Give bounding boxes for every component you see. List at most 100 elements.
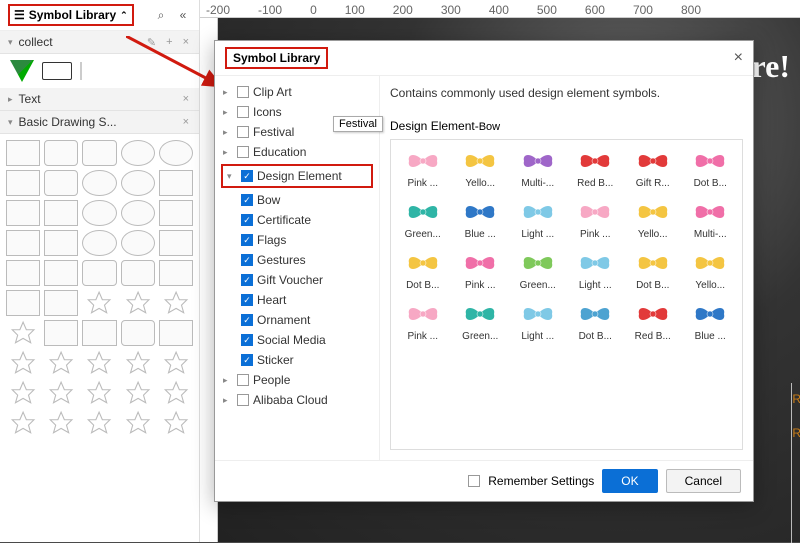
tree-item-people[interactable]: ▸People (215, 370, 379, 390)
symbol-item[interactable]: Gift R... (625, 144, 681, 191)
shape-item[interactable] (121, 230, 155, 256)
shape-item[interactable] (44, 140, 78, 166)
shape-item[interactable] (159, 230, 193, 256)
tree-checkbox[interactable]: ✓ (241, 234, 253, 246)
ok-button[interactable]: OK (602, 469, 657, 493)
shape-item[interactable] (121, 140, 155, 166)
symbol-item[interactable]: Green... (510, 246, 566, 293)
shape-item[interactable] (121, 290, 155, 316)
shape-item[interactable] (44, 170, 78, 196)
tree-item-certificate[interactable]: ✓Certificate (215, 210, 379, 230)
shape-item[interactable] (121, 170, 155, 196)
tree-item-design-element[interactable]: ▾✓Design Element (221, 164, 373, 188)
section-close-icon[interactable]: × (181, 36, 191, 48)
tree-item-gift-voucher[interactable]: ✓Gift Voucher (215, 270, 379, 290)
shape-item[interactable] (82, 320, 116, 346)
expand-icon[interactable]: ▸ (223, 395, 233, 406)
tree-checkbox[interactable] (237, 146, 249, 158)
section-collect[interactable]: ▾ collect ✎ + × (0, 31, 199, 54)
shape-item[interactable] (82, 200, 116, 226)
symbol-item[interactable]: Dot B... (568, 297, 624, 344)
shape-item[interactable] (159, 170, 193, 196)
shape-item[interactable] (6, 140, 40, 166)
shape-item[interactable] (44, 350, 78, 376)
shape-item[interactable] (6, 350, 40, 376)
section-add-icon[interactable]: + (164, 36, 174, 48)
tree-checkbox[interactable]: ✓ (241, 354, 253, 366)
shape-item[interactable] (44, 410, 78, 436)
tree-item-flags[interactable]: ✓Flags (215, 230, 379, 250)
shape-item[interactable] (159, 200, 193, 226)
close-icon[interactable]: × (734, 49, 743, 67)
shape-item[interactable] (6, 380, 40, 406)
tree-item-sticker[interactable]: ✓Sticker (215, 350, 379, 370)
symbol-item[interactable]: Pink ... (568, 195, 624, 242)
symbol-item[interactable]: Green... (453, 297, 509, 344)
symbol-item[interactable]: Light ... (510, 297, 566, 344)
shape-item[interactable] (121, 380, 155, 406)
shape-item[interactable] (82, 410, 116, 436)
shape-item[interactable] (159, 350, 193, 376)
shape-item[interactable] (82, 290, 116, 316)
expand-icon[interactable]: ▸ (223, 375, 233, 386)
section-basic-shapes[interactable]: ▾ Basic Drawing S... × (0, 111, 199, 134)
symbol-item[interactable]: Pink ... (453, 246, 509, 293)
tree-item-bow[interactable]: ✓Bow (215, 190, 379, 210)
section-close-icon[interactable]: × (181, 116, 191, 128)
shape-item[interactable] (6, 200, 40, 226)
collect-item-shield[interactable] (10, 60, 34, 82)
symbol-item[interactable]: Pink ... (395, 144, 451, 191)
symbol-item[interactable]: Dot B... (395, 246, 451, 293)
tree-checkbox[interactable] (237, 86, 249, 98)
shape-item[interactable] (159, 290, 193, 316)
shape-item[interactable] (159, 140, 193, 166)
symbol-item[interactable]: Red B... (568, 144, 624, 191)
tree-checkbox[interactable]: ✓ (241, 294, 253, 306)
shape-item[interactable] (6, 410, 40, 436)
shape-item[interactable] (44, 380, 78, 406)
collect-item-box[interactable] (42, 62, 72, 80)
symbol-item[interactable]: Dot B... (683, 144, 739, 191)
shape-item[interactable] (121, 410, 155, 436)
shape-item[interactable] (6, 290, 40, 316)
tree-checkbox[interactable]: ✓ (241, 214, 253, 226)
symbol-item[interactable]: Light ... (568, 246, 624, 293)
tree-checkbox[interactable] (237, 374, 249, 386)
symbol-item[interactable]: Dot B... (625, 246, 681, 293)
search-icon[interactable]: ⌕ (153, 8, 169, 23)
symbol-item[interactable]: Yello... (453, 144, 509, 191)
shape-item[interactable] (159, 320, 193, 346)
expand-icon[interactable]: ▸ (223, 107, 233, 118)
symbol-item[interactable]: Multi-... (510, 144, 566, 191)
tree-item-heart[interactable]: ✓Heart (215, 290, 379, 310)
tree-item-social-media[interactable]: ✓Social Media (215, 330, 379, 350)
shape-item[interactable] (121, 350, 155, 376)
tree-item-ornament[interactable]: ✓Ornament (215, 310, 379, 330)
symbol-library-dropdown[interactable]: ☰ Symbol Library ⌃ (8, 4, 134, 26)
shape-item[interactable] (82, 230, 116, 256)
tree-checkbox[interactable] (237, 126, 249, 138)
shape-item[interactable] (82, 140, 116, 166)
remember-checkbox[interactable] (468, 475, 480, 487)
expand-icon[interactable]: ▾ (227, 171, 237, 182)
shape-item[interactable] (82, 260, 116, 286)
symbol-item[interactable]: Red B... (625, 297, 681, 344)
shape-item[interactable] (44, 290, 78, 316)
collapse-icon[interactable]: « (175, 8, 191, 22)
shape-item[interactable] (82, 170, 116, 196)
symbol-item[interactable]: Blue ... (453, 195, 509, 242)
symbol-item[interactable]: Yello... (683, 246, 739, 293)
tree-item-gestures[interactable]: ✓Gestures (215, 250, 379, 270)
cancel-button[interactable]: Cancel (666, 469, 741, 493)
symbol-item[interactable]: Pink ... (395, 297, 451, 344)
shape-item[interactable] (6, 260, 40, 286)
shape-item[interactable] (121, 200, 155, 226)
expand-icon[interactable]: ▸ (223, 147, 233, 158)
shape-item[interactable] (82, 380, 116, 406)
symbol-item[interactable]: Green... (395, 195, 451, 242)
symbol-item[interactable]: Light ... (510, 195, 566, 242)
section-close-icon[interactable]: × (181, 93, 191, 105)
shape-item[interactable] (44, 320, 78, 346)
shape-item[interactable] (44, 230, 78, 256)
expand-icon[interactable]: ▸ (223, 127, 233, 138)
